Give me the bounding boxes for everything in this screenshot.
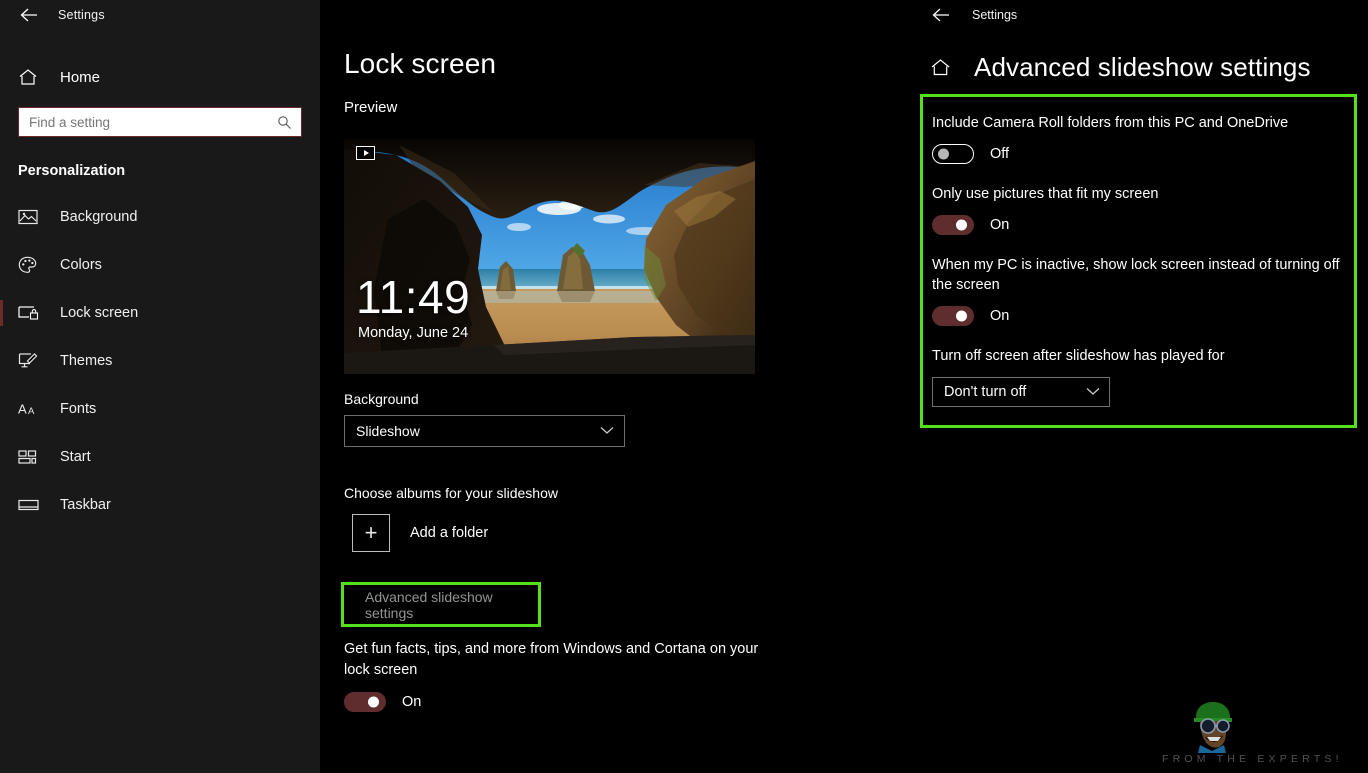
sidebar: Settings Home Personalization bbox=[0, 0, 320, 773]
cortana-tips-toggle[interactable] bbox=[344, 692, 386, 712]
turn-off-screen-select[interactable]: Don't turn off bbox=[932, 377, 1110, 407]
main-content: Lock screen Preview bbox=[320, 0, 918, 773]
option-only-fit-screen: Only use pictures that fit my screen On bbox=[932, 184, 1340, 235]
monitor-lock-icon bbox=[18, 305, 44, 322]
watermark-mascot-icon bbox=[1160, 695, 1360, 753]
brush-icon bbox=[18, 352, 44, 370]
option-turn-off-screen-after: Turn off screen after slideshow has play… bbox=[932, 346, 1340, 407]
option-toggle-row: On bbox=[932, 306, 1340, 326]
option-state: Off bbox=[990, 146, 1009, 162]
search-input[interactable] bbox=[19, 108, 277, 136]
page-title: Lock screen bbox=[320, 0, 918, 80]
sidebar-home-label: Home bbox=[60, 69, 100, 86]
right-titlebar: Settings bbox=[918, 0, 1368, 30]
advanced-slideshow-settings-label: Advanced slideshow settings bbox=[365, 589, 538, 621]
plus-icon: + bbox=[352, 514, 390, 552]
option-state: On bbox=[990, 308, 1009, 324]
palette-icon bbox=[18, 256, 44, 274]
sidebar-titlebar: Settings bbox=[0, 0, 320, 30]
sidebar-item-label: Colors bbox=[60, 257, 102, 273]
turn-off-screen-value: Don't turn off bbox=[944, 384, 1026, 400]
background-select[interactable]: Slideshow bbox=[344, 415, 625, 447]
preview-label: Preview bbox=[320, 80, 918, 116]
sidebar-app-title: Settings bbox=[58, 8, 105, 22]
include-camera-roll-toggle[interactable] bbox=[932, 144, 974, 164]
background-select-value: Slideshow bbox=[356, 423, 420, 439]
sidebar-item-start[interactable]: Start bbox=[0, 433, 320, 481]
back-arrow-icon[interactable] bbox=[920, 1, 962, 29]
search-icon[interactable] bbox=[277, 115, 301, 130]
only-fit-screen-toggle[interactable] bbox=[932, 215, 974, 235]
cortana-tips-label: Get fun facts, tips, and more from Windo… bbox=[344, 639, 779, 681]
sidebar-item-background[interactable]: Background bbox=[0, 193, 320, 241]
sidebar-section-title: Personalization bbox=[0, 163, 320, 179]
home-icon bbox=[18, 68, 46, 86]
preview-time: 11:49 bbox=[356, 274, 470, 320]
settings-window: Settings Home Personalization bbox=[0, 0, 1368, 773]
advanced-options-panel: Include Camera Roll folders from this PC… bbox=[920, 94, 1357, 428]
cortana-tips-toggle-row: On bbox=[344, 692, 918, 712]
sidebar-item-label: Themes bbox=[60, 353, 112, 369]
sidebar-item-label: Fonts bbox=[60, 401, 96, 417]
sidebar-item-label: Lock screen bbox=[60, 305, 138, 321]
sidebar-item-colors[interactable]: Colors bbox=[0, 241, 320, 289]
sidebar-item-home[interactable]: Home bbox=[0, 57, 320, 97]
option-label: Turn off screen after slideshow has play… bbox=[932, 346, 1340, 366]
sidebar-item-label: Start bbox=[60, 449, 91, 465]
svg-text:A: A bbox=[28, 406, 35, 417]
option-label: Only use pictures that fit my screen bbox=[932, 184, 1340, 204]
option-label: When my PC is inactive, show lock screen… bbox=[932, 255, 1340, 295]
search-container bbox=[18, 107, 302, 137]
slideshow-play-icon bbox=[356, 146, 375, 160]
image-icon bbox=[18, 209, 44, 225]
option-toggle-row: On bbox=[932, 215, 1340, 235]
cortana-tips-state: On bbox=[402, 694, 421, 710]
sidebar-nav-list: Background Colors bbox=[0, 193, 320, 529]
option-state: On bbox=[990, 217, 1009, 233]
chevron-down-icon bbox=[1086, 383, 1100, 401]
preview-date: Monday, June 24 bbox=[358, 325, 468, 341]
right-app-title: Settings bbox=[972, 8, 1017, 22]
albums-label: Choose albums for your slideshow bbox=[320, 485, 918, 501]
option-inactive-lock-screen: When my PC is inactive, show lock screen… bbox=[932, 255, 1340, 326]
svg-text:A: A bbox=[18, 402, 27, 417]
option-label: Include Camera Roll folders from this PC… bbox=[932, 113, 1340, 133]
sidebar-item-label: Taskbar bbox=[60, 497, 111, 513]
advanced-settings-header: Advanced slideshow settings bbox=[930, 52, 1368, 83]
inactive-lock-screen-toggle[interactable] bbox=[932, 306, 974, 326]
sidebar-item-lock-screen[interactable]: Lock screen bbox=[0, 289, 320, 337]
taskbar-icon bbox=[18, 498, 44, 512]
lock-screen-preview[interactable]: 11:49 Monday, June 24 bbox=[344, 139, 755, 374]
option-toggle-row: Off bbox=[932, 144, 1340, 164]
watermark-tagline: FROM THE EXPERTS! bbox=[1162, 753, 1343, 765]
chevron-down-icon bbox=[600, 422, 614, 440]
home-icon[interactable] bbox=[930, 58, 960, 77]
advanced-settings-title: Advanced slideshow settings bbox=[974, 52, 1311, 83]
advanced-settings-pane: Settings Advanced slideshow settings Inc… bbox=[918, 0, 1368, 773]
option-include-camera-roll: Include Camera Roll folders from this PC… bbox=[932, 113, 1340, 164]
sidebar-item-themes[interactable]: Themes bbox=[0, 337, 320, 385]
start-tiles-icon bbox=[18, 449, 44, 465]
background-field-label: Background bbox=[320, 391, 918, 407]
font-aa-icon: A A bbox=[18, 401, 44, 417]
add-folder-label: Add a folder bbox=[410, 525, 488, 541]
advanced-slideshow-settings-link[interactable]: Advanced slideshow settings bbox=[341, 582, 541, 627]
search-box[interactable] bbox=[18, 107, 302, 137]
watermark: FROM THE EXPERTS! bbox=[1160, 695, 1360, 767]
add-folder-button[interactable]: + Add a folder bbox=[352, 514, 918, 552]
back-arrow-icon[interactable] bbox=[8, 1, 50, 29]
sidebar-item-label: Background bbox=[60, 209, 137, 225]
sidebar-item-fonts[interactable]: A A Fonts bbox=[0, 385, 320, 433]
sidebar-item-taskbar[interactable]: Taskbar bbox=[0, 481, 320, 529]
